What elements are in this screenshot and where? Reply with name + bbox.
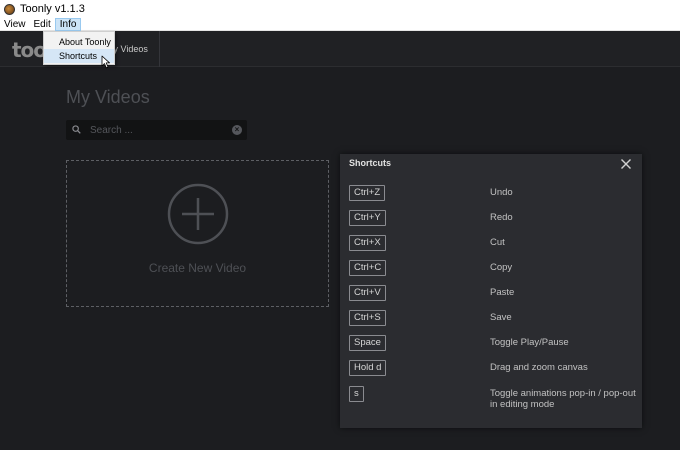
shortcut-description: Save [490,312,512,323]
shortcut-key: Ctrl+C [349,260,387,276]
shortcut-row: Ctrl+S Save [340,308,642,333]
clear-search-icon[interactable]: × [232,125,242,135]
title-bar: Toonly v1.1.3 [0,0,680,18]
shortcut-row: Ctrl+V Paste [340,283,642,308]
shortcut-description: Drag and zoom canvas [490,362,588,373]
shortcut-key: Ctrl+X [349,235,386,251]
shortcut-description: Undo [490,187,513,198]
window-title: Toonly v1.1.3 [20,3,85,15]
menu-bar: View Edit Info [0,17,680,31]
menu-info[interactable]: Info [54,17,82,31]
shortcut-key: Space [349,335,386,351]
shortcut-description: Toggle animations pop-in / pop-out in ed… [490,388,636,410]
shortcut-description: Copy [490,262,513,273]
plus-circle-icon [167,183,229,245]
shortcut-row: s Toggle animations pop-in / pop-out in … [340,384,642,410]
search-input[interactable] [90,123,220,137]
shortcut-description: Cut [490,237,505,248]
menu-item-about[interactable]: About Toonly [44,35,114,49]
shortcut-description: Toggle Play/Pause [490,337,569,348]
shortcut-key: Ctrl+Z [349,185,386,201]
shortcut-row: Ctrl+C Copy [340,258,642,283]
page-title: My Videos [66,87,150,107]
search-icon [72,125,81,134]
shortcut-row: Ctrl+Z Undo [340,183,642,208]
menu-view[interactable]: View [0,18,30,31]
shortcuts-dialog: Shortcuts Ctrl+Z Undo Ctrl+Y Redo Ctrl+X… [340,154,642,428]
shortcut-key: Hold d [349,360,387,376]
shortcuts-dialog-title: Shortcuts [349,158,392,168]
create-new-video-card[interactable]: Create New Video [66,160,329,307]
shortcut-row: Ctrl+Y Redo [340,208,642,233]
mouse-cursor-icon [101,55,110,69]
shortcut-row: Space Toggle Play/Pause [340,333,642,358]
shortcut-description: Redo [490,212,513,223]
toonly-app-icon [4,3,15,15]
shortcut-key: Ctrl+Y [349,210,386,226]
shortcut-key: s [349,386,364,402]
search-box: × [66,120,247,140]
close-icon[interactable] [620,158,632,170]
shortcut-row: Hold d Drag and zoom canvas [340,358,642,383]
create-new-video-label: Create New Video [148,261,247,275]
menu-edit[interactable]: Edit [30,18,55,31]
shortcut-row: Ctrl+X Cut [340,233,642,258]
shortcut-key: Ctrl+S [349,310,386,326]
shortcut-description: Paste [490,287,515,298]
shortcut-key: Ctrl+V [349,285,386,301]
